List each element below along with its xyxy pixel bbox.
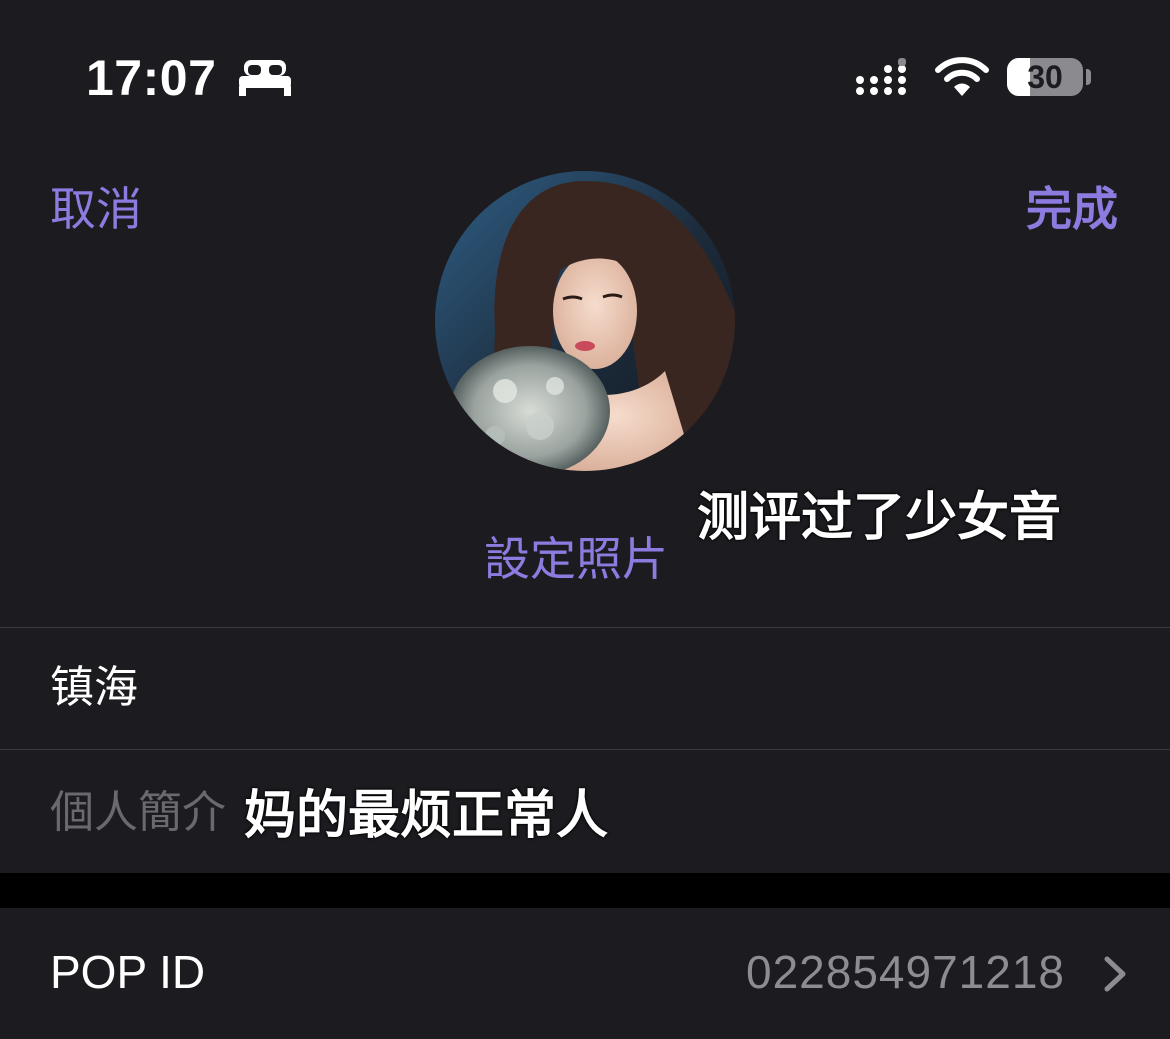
cancel-button[interactable]: 取消 [50, 180, 142, 238]
wifi-icon [935, 57, 989, 96]
section-separator [0, 873, 1170, 908]
set-photo-button[interactable]: 設定照片 [484, 530, 668, 588]
divider [0, 627, 1170, 628]
profile-avatar[interactable] [435, 171, 735, 471]
battery-level: 30 [1027, 59, 1063, 95]
pop-id-value[interactable]: 022854971218 [746, 943, 1065, 1001]
chevron-right-icon[interactable] [1102, 954, 1128, 994]
battery-nub [1086, 69, 1091, 85]
cellular-signal-icon [856, 58, 906, 95]
bio-field[interactable]: 個人簡介 [50, 785, 226, 841]
avatar-photo [435, 171, 735, 471]
pop-id-label: POP ID [50, 946, 206, 998]
profile-edit-screen: 17:07 30 取消 完成 設定照片 测评过了少女音 镇海 個人簡介 妈的最烦… [0, 0, 1170, 1039]
status-time: 17:07 [86, 50, 217, 106]
divider [0, 749, 1170, 750]
battery-indicator: 30 [1007, 58, 1083, 96]
done-button[interactable]: 完成 [1026, 180, 1118, 238]
caption-overlay-1: 测评过了少女音 [697, 488, 1062, 548]
bed-icon [239, 60, 291, 96]
caption-overlay-2: 妈的最烦正常人 [244, 786, 609, 846]
name-field[interactable]: 镇海 [50, 660, 138, 716]
